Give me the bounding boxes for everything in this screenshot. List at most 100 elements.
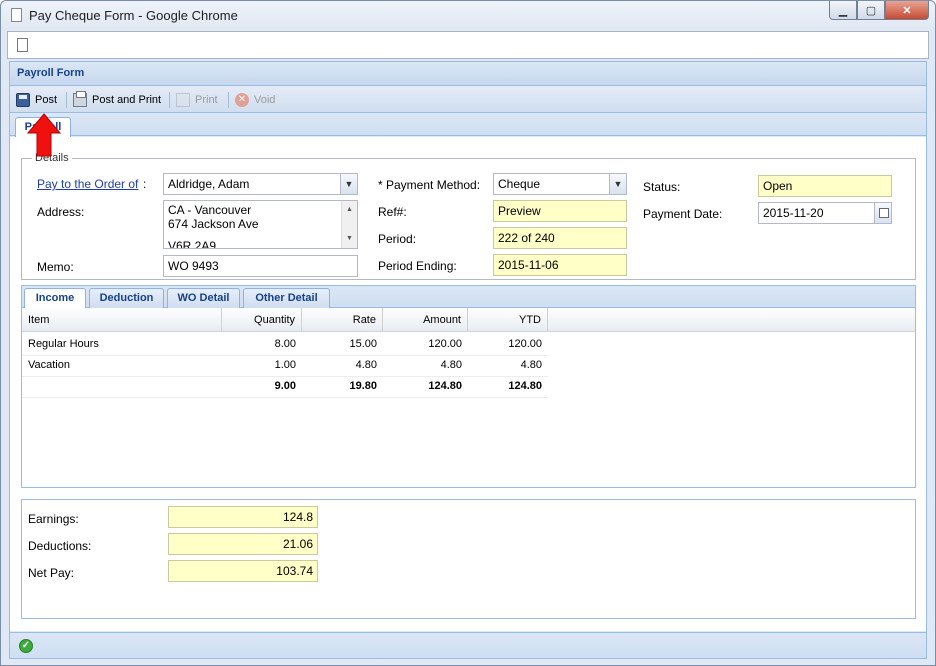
earnings-field: 124.8 <box>168 506 318 528</box>
title-bar: Pay Cheque Form - Google Chrome ▁ ▢ ✕ <box>1 1 935 31</box>
status-bar: ✓ <box>10 632 926 658</box>
address-label: Address: <box>37 205 85 219</box>
pay-to-combo[interactable]: Aldridge, Adam ▼ <box>163 173 358 195</box>
pay-to-value: Aldridge, Adam <box>168 177 250 191</box>
earnings-value: 124.8 <box>282 510 313 524</box>
period-value: 222 of 240 <box>498 231 555 245</box>
column-header-item[interactable]: Item <box>22 308 222 332</box>
period-field: 222 of 240 <box>493 227 627 249</box>
address-textarea[interactable]: CA - Vancouver 674 Jackson Ave V6R 2A9 ▲… <box>163 200 358 249</box>
print-button[interactable]: Print <box>176 91 218 109</box>
memo-value: WO 9493 <box>168 259 219 273</box>
cell-amount: 120.00 <box>428 338 462 350</box>
print-icon <box>73 91 87 107</box>
close-button[interactable]: ✕ <box>885 1 929 20</box>
cell-rate: 15.00 <box>349 338 377 350</box>
calendar-icon[interactable] <box>874 203 891 223</box>
summary-panel: Earnings: 124.8 Deductions: 21.06 Net Pa… <box>21 499 916 619</box>
toolbar: Post Post and Print Print ✕ Void <box>10 87 926 113</box>
toolbar-separator <box>169 92 170 108</box>
window-title: Pay Cheque Form - Google Chrome <box>29 8 238 23</box>
void-label: Void <box>254 94 276 106</box>
tab-deduction[interactable]: Deduction <box>89 288 164 309</box>
address-line: CA - Vancouver <box>168 203 252 217</box>
pay-to-order-link[interactable]: Pay to the Order of <box>37 177 138 191</box>
tab-wo-detail[interactable]: WO Detail <box>167 288 240 309</box>
browser-window: Pay Cheque Form - Google Chrome ▁ ▢ ✕ Pa… <box>0 0 936 666</box>
column-header-rate[interactable]: Rate <box>302 308 383 332</box>
save-icon <box>16 93 30 107</box>
ref-label: Ref#: <box>378 205 407 219</box>
total-amount: 124.80 <box>428 380 462 392</box>
period-ending-value: 2015-11-06 <box>498 258 559 272</box>
detail-tab-strip: Income Deduction WO Detail Other Detail <box>21 285 916 310</box>
address-bar[interactable] <box>7 31 929 59</box>
period-ending-label: Period Ending: <box>378 259 457 273</box>
tab-income[interactable]: Income <box>24 288 86 310</box>
panel-header: Payroll Form <box>10 62 926 86</box>
payment-method-label: * Payment Method: <box>378 178 481 192</box>
post-button[interactable]: Post <box>16 91 57 109</box>
post-and-print-label: Post and Print <box>92 94 162 106</box>
details-fieldset: Details Pay to the Order of: Aldridge, A… <box>21 152 916 280</box>
toolbar-separator <box>66 92 67 108</box>
page-icon <box>11 8 22 22</box>
print-icon <box>176 93 190 107</box>
period-ending-field: 2015-11-06 <box>493 254 627 276</box>
memo-label: Memo: <box>37 260 74 274</box>
cell-amount: 4.80 <box>440 359 462 371</box>
cell-item: Vacation <box>28 359 70 371</box>
status-label: Status: <box>643 180 681 194</box>
net-pay-field: 103.74 <box>168 560 318 582</box>
print-label: Print <box>195 94 218 106</box>
payment-date-value: 2015-11-20 <box>763 206 824 220</box>
income-grid: Item Quantity Rate Amount YTD Regular Ho… <box>21 308 916 488</box>
total-quantity: 9.00 <box>274 380 296 392</box>
cell-ytd: 120.00 <box>508 338 542 350</box>
payment-method-combo[interactable]: Cheque ▼ <box>493 173 627 195</box>
column-header-ytd[interactable]: YTD <box>468 308 548 332</box>
earnings-label: Earnings: <box>28 512 79 526</box>
deductions-value: 21.06 <box>282 537 313 551</box>
deductions-field: 21.06 <box>168 533 318 555</box>
maximize-button[interactable]: ▢ <box>857 1 885 20</box>
address-line: V6R 2A9 <box>168 239 217 249</box>
chevron-down-icon[interactable]: ▼ <box>609 174 626 194</box>
tab-other-detail[interactable]: Other Detail <box>243 288 330 309</box>
check-circle-icon: ✓ <box>19 639 33 653</box>
post-label: Post <box>35 94 58 106</box>
net-pay-label: Net Pay: <box>28 566 75 580</box>
payroll-form-panel: Payroll Form Post Post and Print Print ✕… <box>9 61 927 659</box>
total-rate: 19.80 <box>349 380 377 392</box>
period-label: Period: <box>378 232 417 246</box>
payment-method-value: Cheque <box>498 177 541 191</box>
pay-to-colon: : <box>143 177 147 191</box>
column-header-quantity[interactable]: Quantity <box>222 308 302 332</box>
form-tab-strip: Payroll <box>10 114 926 137</box>
address-line: 674 Jackson Ave <box>168 217 259 231</box>
panel-title: Payroll Form <box>17 67 85 79</box>
status-value: Open <box>763 179 793 193</box>
row-divider <box>22 397 548 398</box>
cell-quantity: 8.00 <box>274 338 296 350</box>
payment-date-field[interactable]: 2015-11-20 <box>758 202 892 224</box>
status-field: Open <box>758 175 892 197</box>
minimize-button[interactable]: ▁ <box>829 1 857 20</box>
red-arrow-annotation-icon <box>27 113 61 157</box>
total-ytd: 124.80 <box>508 380 542 392</box>
form-body: Details Pay to the Order of: Aldridge, A… <box>10 137 926 631</box>
cell-quantity: 1.00 <box>274 359 296 371</box>
chevron-down-icon[interactable]: ▼ <box>340 174 357 194</box>
scroll-down-icon[interactable]: ▼ <box>346 232 353 246</box>
scroll-up-icon[interactable]: ▲ <box>346 203 353 217</box>
post-and-print-button[interactable]: Post and Print <box>73 91 161 109</box>
column-header-amount[interactable]: Amount <box>383 308 468 332</box>
memo-field[interactable]: WO 9493 <box>163 255 358 277</box>
ref-value: Preview <box>498 204 541 218</box>
void-icon: ✕ <box>235 93 249 107</box>
window-controls: ▁ ▢ ✕ <box>829 1 929 21</box>
deductions-label: Deductions: <box>28 539 92 553</box>
cell-item: Regular Hours <box>28 338 99 350</box>
address-scrollbar[interactable]: ▲ ▼ <box>341 201 357 248</box>
void-button[interactable]: ✕ Void <box>235 91 275 109</box>
